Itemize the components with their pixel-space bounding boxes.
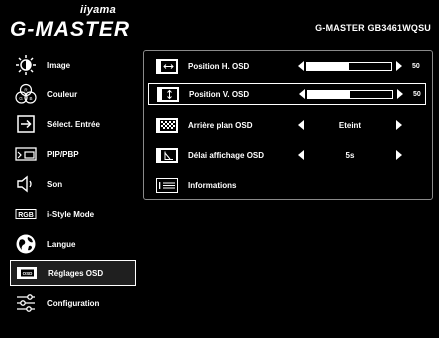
increase-arrow[interactable] <box>396 150 402 160</box>
sidebar-item-label: Sélect. Entrée <box>47 119 100 129</box>
setting-value: 5s <box>345 150 355 160</box>
h-position-slider[interactable] <box>306 61 392 71</box>
brand-logo: iiyama G-MASTER <box>10 4 130 44</box>
decrease-arrow[interactable] <box>298 150 304 160</box>
rgb-badge-icon: RGB <box>15 203 37 225</box>
setting-row-osd-timeout[interactable]: Délai affichage OSD 5s <box>148 144 426 166</box>
decrease-arrow[interactable] <box>298 120 304 130</box>
sidebar-item-pip-pbp[interactable]: PIP/PBP <box>10 141 136 167</box>
setting-value: Eteint <box>338 120 362 130</box>
osd-settings-panel: Position H. OSD 50 Position V. OSD 50 Ar… <box>143 50 433 200</box>
sidebar-item-label: i-Style Mode <box>47 209 95 219</box>
setting-row-informations[interactable]: Informations <box>148 174 426 196</box>
setting-label: Arrière plan OSD <box>188 120 253 130</box>
setting-label: Position V. OSD <box>189 89 250 99</box>
sidebar-item-couleur[interactable]: R G B Couleur <box>10 81 136 107</box>
osd-timeout-icon <box>156 147 178 163</box>
osd-menu: iiyama G-MASTER G-MASTER GB3461WQSU Imag… <box>0 0 439 338</box>
rgb-color-icon: R G B <box>15 83 37 105</box>
sidebar-item-reglages-osd[interactable]: OSD Réglages OSD <box>10 260 136 286</box>
decrease-arrow[interactable] <box>298 61 304 71</box>
sidebar-item-label: Réglages OSD <box>48 268 104 278</box>
setting-label: Position H. OSD <box>188 61 250 71</box>
sidebar-item-label: Couleur <box>47 89 78 99</box>
setting-row-h-position[interactable]: Position H. OSD 50 <box>148 55 426 77</box>
svg-text:G: G <box>19 96 23 101</box>
information-icon <box>156 177 178 193</box>
sidebar-item-configuration[interactable]: Configuration <box>10 290 136 316</box>
svg-text:B: B <box>29 96 32 101</box>
pip-pbp-icon <box>15 143 37 165</box>
brightness-icon <box>15 54 37 76</box>
sliders-icon <box>15 292 37 314</box>
svg-text:RGB: RGB <box>18 212 34 219</box>
sidebar-item-image[interactable]: Image <box>10 52 136 78</box>
osd-background-icon <box>156 117 178 133</box>
decrease-arrow[interactable] <box>299 89 305 99</box>
svg-text:R: R <box>24 88 28 93</box>
v-position-slider[interactable] <box>307 89 393 99</box>
h-position-icon <box>156 58 178 74</box>
increase-arrow[interactable] <box>396 61 402 71</box>
sidebar-item-label: Configuration <box>47 298 100 308</box>
setting-value: 50 <box>412 62 420 70</box>
sidebar-item-langue[interactable]: Langue <box>10 231 136 257</box>
setting-label: Informations <box>188 180 237 190</box>
model-name: G-MASTER GB3461WQSU <box>315 23 431 33</box>
sidebar-item-select-entree[interactable]: Sélect. Entrée <box>10 111 136 137</box>
slider-fill <box>307 62 349 70</box>
increase-arrow[interactable] <box>397 89 403 99</box>
setting-row-osd-background[interactable]: Arrière plan OSD Eteint <box>148 114 426 136</box>
sidebar-item-label: PIP/PBP <box>47 149 79 159</box>
sidebar-item-label: Langue <box>47 239 76 249</box>
sidebar-item-i-style-mode[interactable]: RGB i-Style Mode <box>10 201 136 227</box>
setting-label: Délai affichage OSD <box>188 150 265 160</box>
brand-name: iiyama <box>80 4 117 16</box>
sidebar-item-label: Son <box>47 179 63 189</box>
setting-row-v-position[interactable]: Position V. OSD 50 <box>148 83 426 105</box>
speaker-icon <box>15 173 37 195</box>
increase-arrow[interactable] <box>396 120 402 130</box>
v-position-icon <box>157 86 179 102</box>
sidebar-item-label: Image <box>47 60 71 70</box>
input-select-icon <box>15 113 37 135</box>
sidebar-item-son[interactable]: Son <box>10 171 136 197</box>
globe-icon <box>15 233 37 255</box>
svg-text:OSD: OSD <box>23 271 34 276</box>
slider-fill <box>308 90 350 98</box>
osd-icon: OSD <box>16 262 38 284</box>
product-line-logo: G-MASTER <box>10 18 130 41</box>
setting-value: 50 <box>413 90 421 98</box>
